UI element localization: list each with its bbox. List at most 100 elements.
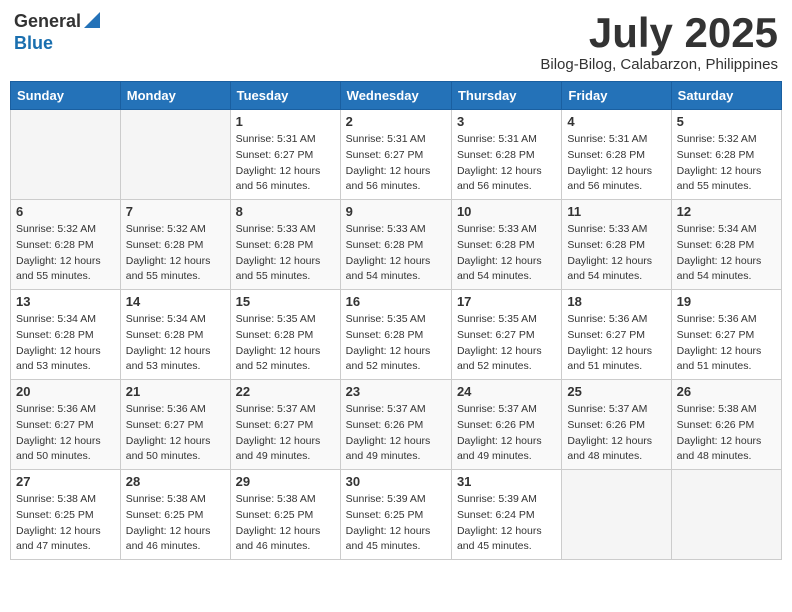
week-row-2: 6 Sunrise: 5:32 AM Sunset: 6:28 PM Daylig…	[11, 200, 782, 290]
day-info: Sunrise: 5:37 AM Sunset: 6:26 PM Dayligh…	[567, 402, 665, 465]
calendar-cell: 7 Sunrise: 5:32 AM Sunset: 6:28 PM Daylig…	[120, 200, 230, 290]
day-info: Sunrise: 5:37 AM Sunset: 6:26 PM Dayligh…	[457, 402, 556, 465]
day-info: Sunrise: 5:31 AM Sunset: 6:27 PM Dayligh…	[346, 132, 446, 195]
day-number: 15	[236, 294, 335, 309]
day-number: 28	[126, 474, 225, 489]
calendar-cell	[11, 110, 121, 200]
calendar-cell	[562, 470, 671, 560]
day-info: Sunrise: 5:37 AM Sunset: 6:27 PM Dayligh…	[236, 402, 335, 465]
day-info: Sunrise: 5:37 AM Sunset: 6:26 PM Dayligh…	[346, 402, 446, 465]
calendar-cell: 27Sunrise: 5:38 AM Sunset: 6:25 PM Dayli…	[11, 470, 121, 560]
calendar-cell: 24Sunrise: 5:37 AM Sunset: 6:26 PM Dayli…	[451, 380, 561, 470]
calendar-cell: 15Sunrise: 5:35 AM Sunset: 6:28 PM Dayli…	[230, 290, 340, 380]
calendar-cell: 12 Sunrise: 5:34 AM Sunset: 6:28 PM Dayli…	[671, 200, 781, 290]
day-number: 26	[677, 384, 776, 399]
day-number: 1	[236, 114, 335, 129]
calendar-cell: 29 Sunrise: 5:38 AM Sunset: 6:25 PM Dayli…	[230, 470, 340, 560]
day-info: Sunrise: 5:36 AM Sunset: 6:27 PM Dayligh…	[677, 312, 776, 375]
calendar-table: SundayMondayTuesdayWednesdayThursdayFrid…	[10, 81, 782, 560]
weekday-header-wednesday: Wednesday	[340, 82, 451, 110]
weekday-header-row: SundayMondayTuesdayWednesdayThursdayFrid…	[11, 82, 782, 110]
logo-blue-text: Blue	[14, 33, 53, 53]
day-number: 3	[457, 114, 556, 129]
day-info: Sunrise: 5:34 AM Sunset: 6:28 PM Dayligh…	[16, 312, 115, 375]
week-row-4: 20Sunrise: 5:36 AM Sunset: 6:27 PM Dayli…	[11, 380, 782, 470]
calendar-cell	[671, 470, 781, 560]
calendar-cell: 30 Sunrise: 5:39 AM Sunset: 6:25 PM Dayli…	[340, 470, 451, 560]
day-number: 8	[236, 204, 335, 219]
day-info: Sunrise: 5:32 AM Sunset: 6:28 PM Dayligh…	[16, 222, 115, 285]
week-row-3: 13 Sunrise: 5:34 AM Sunset: 6:28 PM Dayli…	[11, 290, 782, 380]
day-info: Sunrise: 5:34 AM Sunset: 6:28 PM Dayligh…	[677, 222, 776, 285]
day-info: Sunrise: 5:39 AM Sunset: 6:25 PM Dayligh…	[346, 492, 446, 555]
calendar-cell: 31Sunrise: 5:39 AM Sunset: 6:24 PM Dayli…	[451, 470, 561, 560]
calendar-cell: 28Sunrise: 5:38 AM Sunset: 6:25 PM Dayli…	[120, 470, 230, 560]
day-number: 14	[126, 294, 225, 309]
day-number: 21	[126, 384, 225, 399]
day-info: Sunrise: 5:34 AM Sunset: 6:28 PM Dayligh…	[126, 312, 225, 375]
day-info: Sunrise: 5:35 AM Sunset: 6:28 PM Dayligh…	[346, 312, 446, 375]
day-info: Sunrise: 5:36 AM Sunset: 6:27 PM Dayligh…	[16, 402, 115, 465]
weekday-header-tuesday: Tuesday	[230, 82, 340, 110]
day-number: 10	[457, 204, 556, 219]
weekday-header-monday: Monday	[120, 82, 230, 110]
day-info: Sunrise: 5:38 AM Sunset: 6:25 PM Dayligh…	[236, 492, 335, 555]
logo-icon	[84, 10, 100, 33]
logo: General Blue	[14, 10, 100, 54]
day-number: 13	[16, 294, 115, 309]
calendar-cell: 2 Sunrise: 5:31 AM Sunset: 6:27 PM Daylig…	[340, 110, 451, 200]
calendar-cell: 26 Sunrise: 5:38 AM Sunset: 6:26 PM Dayli…	[671, 380, 781, 470]
page-header: General Blue July 2025 Bilog-Bilog, Cala…	[10, 10, 782, 73]
day-number: 7	[126, 204, 225, 219]
calendar-cell: 1 Sunrise: 5:31 AM Sunset: 6:27 PM Daylig…	[230, 110, 340, 200]
day-number: 17	[457, 294, 556, 309]
day-number: 6	[16, 204, 115, 219]
day-info: Sunrise: 5:33 AM Sunset: 6:28 PM Dayligh…	[567, 222, 665, 285]
calendar-cell: 5Sunrise: 5:32 AM Sunset: 6:28 PM Daylig…	[671, 110, 781, 200]
day-number: 18	[567, 294, 665, 309]
day-info: Sunrise: 5:35 AM Sunset: 6:27 PM Dayligh…	[457, 312, 556, 375]
day-number: 12	[677, 204, 776, 219]
calendar-cell: 23 Sunrise: 5:37 AM Sunset: 6:26 PM Dayli…	[340, 380, 451, 470]
day-number: 29	[236, 474, 335, 489]
day-info: Sunrise: 5:36 AM Sunset: 6:27 PM Dayligh…	[567, 312, 665, 375]
day-info: Sunrise: 5:33 AM Sunset: 6:28 PM Dayligh…	[346, 222, 446, 285]
weekday-header-thursday: Thursday	[451, 82, 561, 110]
day-number: 27	[16, 474, 115, 489]
day-number: 25	[567, 384, 665, 399]
title-section: July 2025 Bilog-Bilog, Calabarzon, Phili…	[540, 10, 778, 73]
calendar-cell: 25 Sunrise: 5:37 AM Sunset: 6:26 PM Dayli…	[562, 380, 671, 470]
calendar-cell: 6 Sunrise: 5:32 AM Sunset: 6:28 PM Daylig…	[11, 200, 121, 290]
calendar-cell: 8 Sunrise: 5:33 AM Sunset: 6:28 PM Daylig…	[230, 200, 340, 290]
day-info: Sunrise: 5:31 AM Sunset: 6:28 PM Dayligh…	[457, 132, 556, 195]
weekday-header-friday: Friday	[562, 82, 671, 110]
day-info: Sunrise: 5:31 AM Sunset: 6:28 PM Dayligh…	[567, 132, 665, 195]
week-row-1: 1 Sunrise: 5:31 AM Sunset: 6:27 PM Daylig…	[11, 110, 782, 200]
calendar-cell: 14 Sunrise: 5:34 AM Sunset: 6:28 PM Dayli…	[120, 290, 230, 380]
calendar-cell: 4 Sunrise: 5:31 AM Sunset: 6:28 PM Daylig…	[562, 110, 671, 200]
week-row-5: 27 Sunrise: 5:38 AM Sunset: 6:25 PM Dayli…	[11, 470, 782, 560]
day-number: 19	[677, 294, 776, 309]
day-number: 4	[567, 114, 665, 129]
calendar-cell: 16Sunrise: 5:35 AM Sunset: 6:28 PM Dayli…	[340, 290, 451, 380]
calendar-cell: 19 Sunrise: 5:36 AM Sunset: 6:27 PM Dayli…	[671, 290, 781, 380]
day-info: Sunrise: 5:32 AM Sunset: 6:28 PM Dayligh…	[126, 222, 225, 285]
calendar-cell: 18 Sunrise: 5:36 AM Sunset: 6:27 PM Dayli…	[562, 290, 671, 380]
calendar-cell: 20Sunrise: 5:36 AM Sunset: 6:27 PM Dayli…	[11, 380, 121, 470]
day-info: Sunrise: 5:31 AM Sunset: 6:27 PM Dayligh…	[236, 132, 335, 195]
day-info: Sunrise: 5:33 AM Sunset: 6:28 PM Dayligh…	[236, 222, 335, 285]
day-info: Sunrise: 5:36 AM Sunset: 6:27 PM Dayligh…	[126, 402, 225, 465]
calendar-cell: 22Sunrise: 5:37 AM Sunset: 6:27 PM Dayli…	[230, 380, 340, 470]
day-number: 30	[346, 474, 446, 489]
day-number: 23	[346, 384, 446, 399]
day-info: Sunrise: 5:38 AM Sunset: 6:26 PM Dayligh…	[677, 402, 776, 465]
day-info: Sunrise: 5:33 AM Sunset: 6:28 PM Dayligh…	[457, 222, 556, 285]
day-number: 9	[346, 204, 446, 219]
month-title: July 2025	[540, 10, 778, 56]
calendar-cell: 10 Sunrise: 5:33 AM Sunset: 6:28 PM Dayli…	[451, 200, 561, 290]
calendar-cell: 13 Sunrise: 5:34 AM Sunset: 6:28 PM Dayli…	[11, 290, 121, 380]
location-title: Bilog-Bilog, Calabarzon, Philippines	[540, 56, 778, 73]
calendar-cell: 9 Sunrise: 5:33 AM Sunset: 6:28 PM Daylig…	[340, 200, 451, 290]
weekday-header-sunday: Sunday	[11, 82, 121, 110]
day-number: 2	[346, 114, 446, 129]
